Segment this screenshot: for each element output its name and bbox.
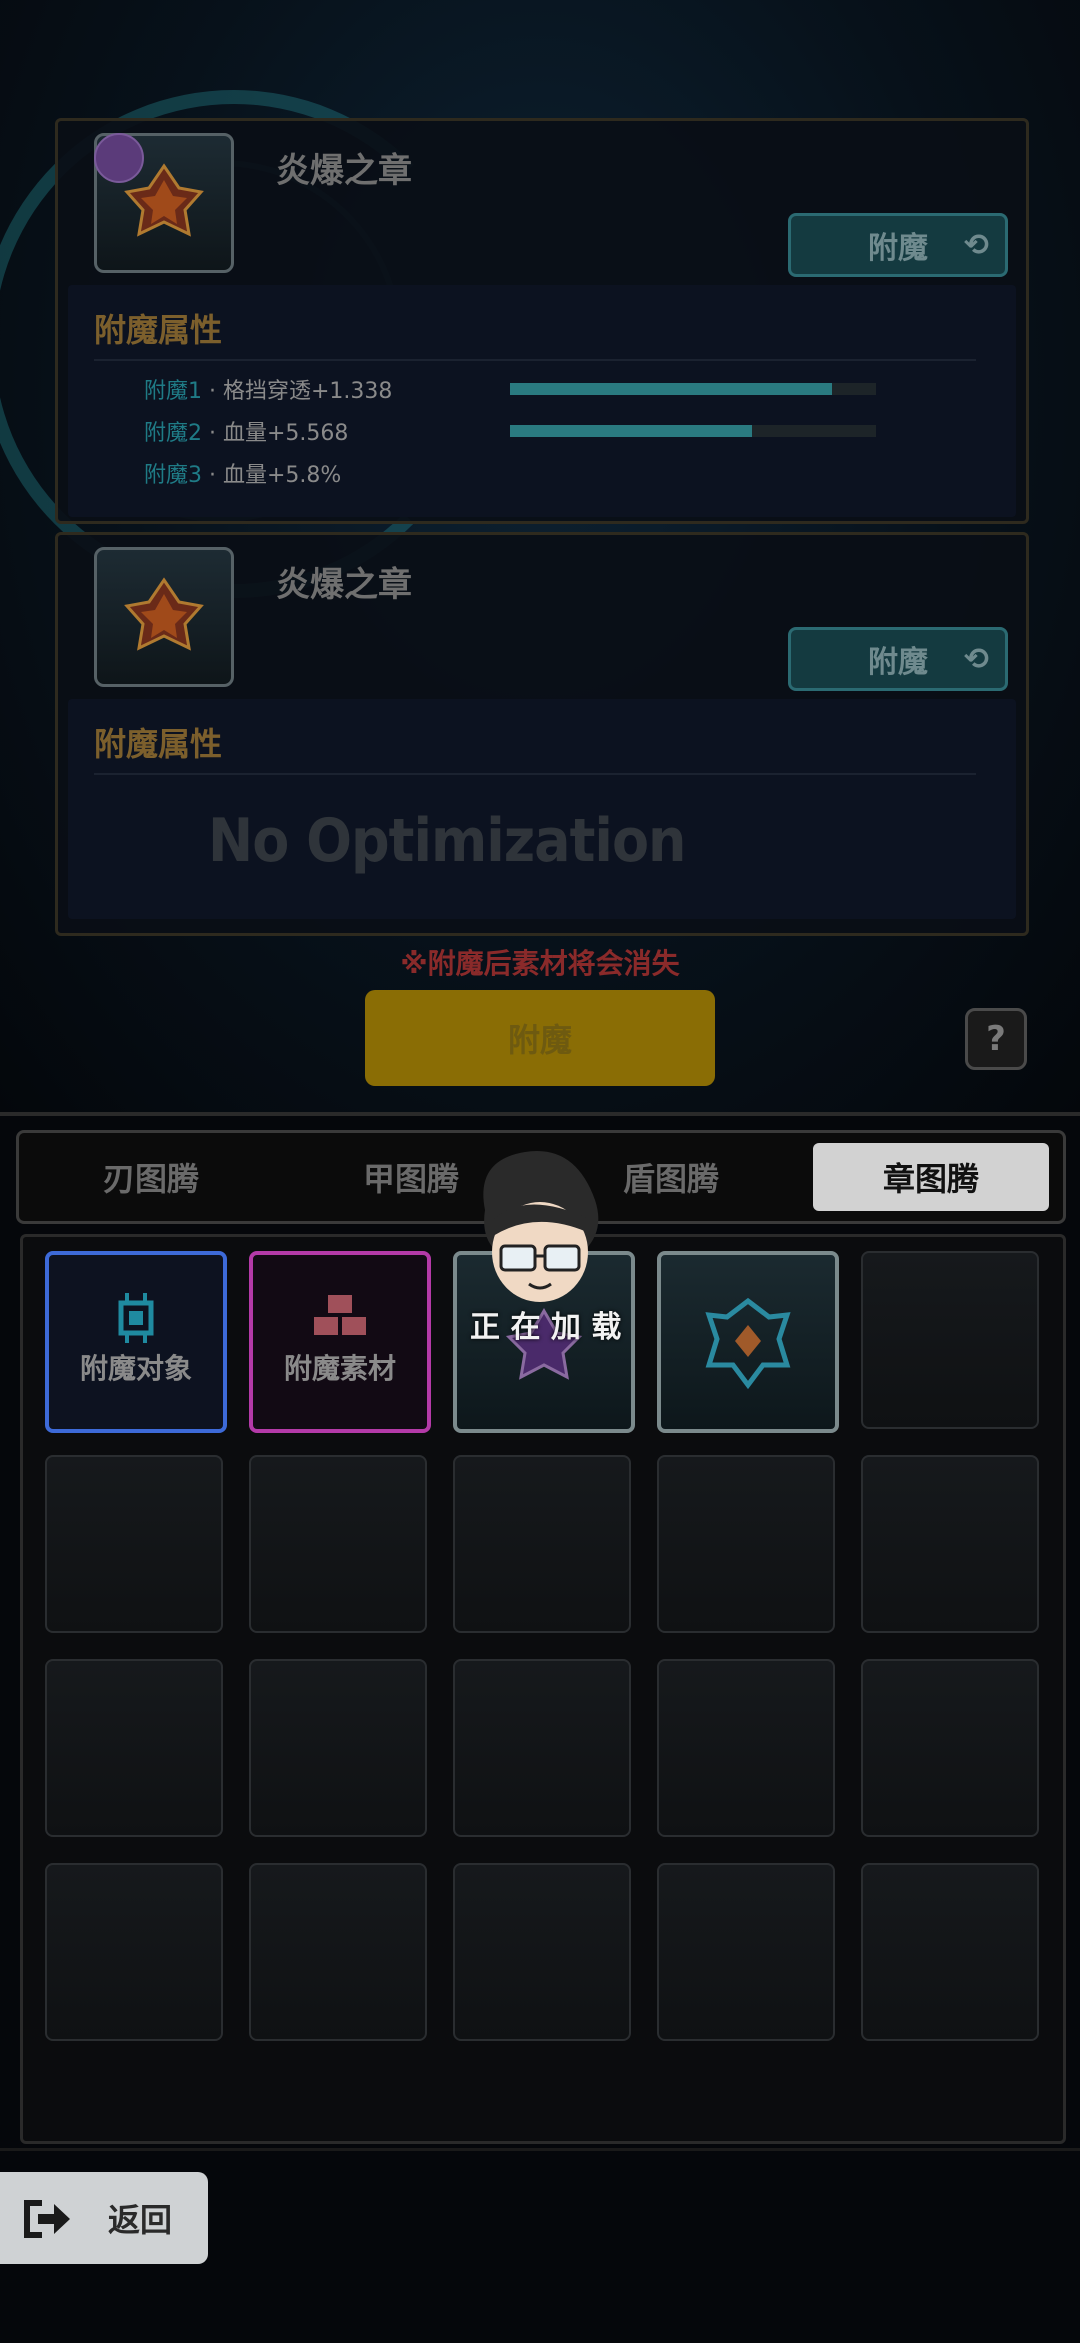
attribute-key: 附魔1 — [144, 379, 202, 404]
attribute-value: 格挡穿透+1.338 — [223, 379, 393, 404]
attribute-bar-fill — [510, 383, 833, 395]
attribute-key: 附魔3 — [144, 463, 202, 488]
empty-slot[interactable] — [45, 1455, 223, 1633]
empty-slot[interactable] — [657, 1659, 835, 1837]
warning-text: ※附魔后素材将会消失 — [400, 947, 680, 980]
enchant-button[interactable]: 附魔 ⟲ — [788, 627, 1008, 691]
back-button[interactable]: 返回 — [0, 2172, 208, 2264]
bricks-icon — [314, 1295, 366, 1335]
no-optimization-text: No Optimization — [208, 805, 686, 876]
back-button-label: 返回 — [108, 2201, 173, 2239]
teal-emblem-icon — [705, 1297, 791, 1390]
empty-slot[interactable] — [861, 1251, 1039, 1429]
enchant-target-slot[interactable]: 附魔对象 — [45, 1251, 227, 1433]
empty-slot[interactable] — [45, 1659, 223, 1837]
empty-slot[interactable] — [249, 1455, 427, 1633]
attribute-row: 附魔3 · 血量+5.8% — [144, 457, 341, 489]
attribute-separator: · — [209, 421, 216, 446]
empty-slot[interactable] — [249, 1659, 427, 1837]
divider — [94, 359, 976, 361]
tab-chapter-totem[interactable]: 章图腾 — [813, 1143, 1049, 1211]
enchant-button[interactable]: 附魔 ⟲ — [788, 213, 1008, 277]
attribute-separator: · — [209, 463, 216, 488]
empty-slot[interactable] — [453, 1455, 631, 1633]
empty-slot[interactable] — [453, 1659, 631, 1837]
attribute-bar — [510, 383, 876, 395]
divider — [94, 773, 976, 775]
enchant-material-card: 炎爆之章 附魔 ⟲ 附魔属性 No Optimization — [55, 532, 1029, 936]
refresh-icon: ⟲ — [963, 642, 989, 677]
enchant-confirm-button[interactable]: 附魔 — [365, 990, 715, 1086]
slot-label: 附魔对象 — [79, 1352, 192, 1385]
attribute-row: 附魔2 · 血量+5.568 — [144, 415, 348, 447]
tab-blade-totem[interactable]: 刃图腾 — [33, 1143, 269, 1211]
empty-slot[interactable] — [249, 1863, 427, 2041]
attribute-value: 血量+5.8% — [223, 463, 342, 488]
empty-slot[interactable] — [453, 1863, 631, 2041]
item-slot[interactable] — [94, 547, 234, 687]
attribute-separator: · — [209, 379, 216, 404]
empty-slot[interactable] — [657, 1455, 835, 1633]
attribute-row: 附魔1 · 格挡穿透+1.338 — [144, 373, 392, 405]
enchant-target-card: 炎爆之章 附魔 ⟲ 附魔属性 附魔1 · 格挡穿透+1.338 附魔2 · 血量… — [55, 118, 1029, 524]
item-name: 炎爆之章 — [276, 565, 412, 605]
attribute-bar-fill — [510, 425, 752, 437]
section-divider — [0, 1112, 1080, 1116]
chip-icon — [118, 1293, 154, 1343]
exit-icon — [24, 2200, 70, 2238]
attribute-key: 附魔2 — [144, 421, 202, 446]
loading-text: 正 在 加 载 — [470, 1310, 622, 1345]
attribute-bar — [510, 425, 876, 437]
enchant-button-label: 附魔 — [868, 645, 928, 680]
empty-slot[interactable] — [861, 1455, 1039, 1633]
refresh-icon: ⟲ — [963, 228, 989, 263]
slot-label: 附魔素材 — [283, 1352, 396, 1385]
flame-emblem-icon — [124, 577, 204, 651]
enchant-material-slot[interactable]: 附魔素材 — [249, 1251, 431, 1433]
item-name: 炎爆之章 — [276, 151, 412, 191]
attribute-panel: 附魔属性 No Optimization — [68, 699, 1016, 919]
inventory-grid: 附魔对象 附魔素材 — [20, 1234, 1066, 2144]
empty-slot[interactable] — [657, 1863, 835, 2041]
attribute-title: 附魔属性 — [94, 311, 223, 349]
help-button[interactable]: ? — [965, 1008, 1027, 1070]
attribute-panel: 附魔属性 附魔1 · 格挡穿透+1.338 附魔2 · 血量+5.568 附魔3… — [68, 285, 1016, 517]
enchant-button-label: 附魔 — [868, 231, 928, 266]
empty-slot[interactable] — [861, 1659, 1039, 1837]
rarity-badge-icon — [94, 133, 144, 183]
empty-slot[interactable] — [45, 1863, 223, 2041]
attribute-value: 血量+5.568 — [223, 421, 349, 446]
inventory-item-slot[interactable] — [657, 1251, 839, 1433]
attribute-title: 附魔属性 — [94, 725, 223, 763]
empty-slot[interactable] — [861, 1863, 1039, 2041]
